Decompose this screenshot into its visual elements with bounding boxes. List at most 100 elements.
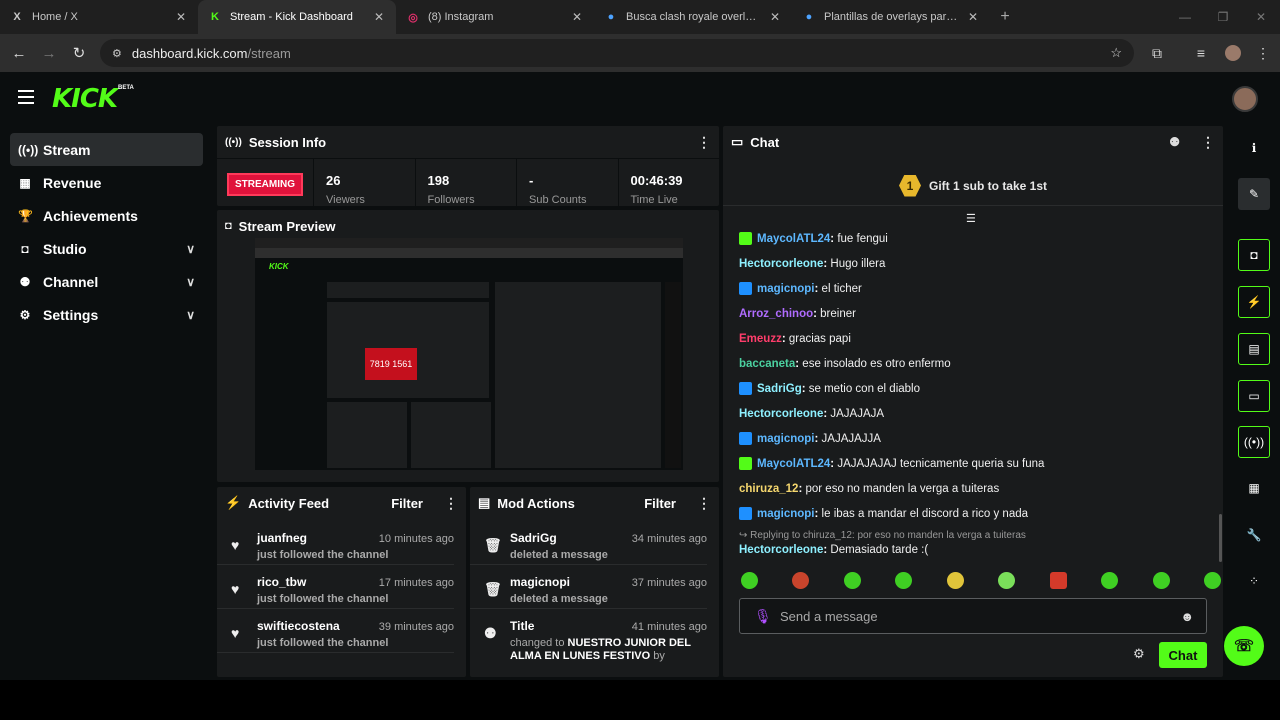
gift-leaderboard[interactable]: 1 Gift 1 sub to take 1st <box>723 166 1223 206</box>
new-tab-button[interactable]: + <box>990 0 1020 34</box>
emoji-icon[interactable]: ☻ <box>1180 609 1194 624</box>
emote-icon[interactable] <box>792 572 810 589</box>
collapse-icon[interactable]: ☰ <box>966 212 976 225</box>
lightning-icon[interactable]: ⚡ <box>1238 286 1270 318</box>
gear-icon[interactable]: ⚙ <box>1133 646 1145 662</box>
user-settings-icon[interactable]: ⚉ <box>1169 135 1180 149</box>
sidebar-item-settings[interactable]: ⚙ Settings ∨ <box>10 298 203 331</box>
user-avatar[interactable] <box>1232 86 1258 112</box>
chevron-down-icon[interactable]: ∨ <box>186 242 195 256</box>
apps-icon[interactable]: ⁘ <box>1238 565 1270 597</box>
more-options-icon[interactable]: ⋮ <box>444 495 458 512</box>
sidebar-item-revenue[interactable]: ▦ Revenue <box>10 166 203 199</box>
filter-button[interactable]: Filter <box>391 496 423 511</box>
browser-tab-x[interactable]: X Home / X ✕ <box>0 0 198 34</box>
emote-icon[interactable] <box>1101 572 1119 589</box>
maximize-icon[interactable]: ❐ <box>1204 0 1242 34</box>
site-info-icon[interactable]: ⚙ <box>112 47 122 60</box>
sidebar-item-studio[interactable]: ◘ Studio ∨ <box>10 232 203 265</box>
send-chat-button[interactable]: Chat <box>1159 642 1207 668</box>
studio-icon[interactable]: ◘ <box>1238 239 1270 271</box>
chat-message[interactable]: Hectorcorleone: JAJAJAJA <box>739 401 1219 426</box>
microphone-icon[interactable]: 🎙 <box>754 608 772 625</box>
reload-icon[interactable]: ↻ <box>64 38 94 68</box>
layout-icon[interactable]: ▦ <box>1238 472 1270 504</box>
close-icon[interactable]: ✕ <box>572 10 584 24</box>
heart-icon: ♥ <box>231 625 240 641</box>
sidebar-item-channel[interactable]: ⚉ Channel ∨ <box>10 265 203 298</box>
gift-prompt: Gift 1 sub to take 1st <box>928 178 1048 193</box>
close-icon[interactable]: ✕ <box>176 10 188 24</box>
minimize-icon[interactable]: — <box>1166 0 1204 34</box>
chat-message[interactable]: MaycolATL24: JAJAJAJAJ tecnicamente quer… <box>739 451 1219 476</box>
close-icon[interactable]: ✕ <box>770 10 782 24</box>
extensions-icon[interactable]: ⧉ <box>1144 40 1170 66</box>
chat-message[interactable]: MaycolATL24: fue fengui <box>739 226 1219 251</box>
bookmark-star-icon[interactable]: ☆ <box>1110 45 1122 61</box>
emote-icon[interactable] <box>946 572 964 589</box>
support-chat-icon[interactable]: ☏ <box>1224 626 1264 666</box>
emote-icon[interactable] <box>895 572 913 589</box>
list-item[interactable]: ♥ juanfneg just followed the channel 10 … <box>217 521 454 565</box>
chat-message[interactable]: Hectorcorleone: Demasiado tarde :( <box>739 541 1219 559</box>
status-badge: STREAMING <box>227 173 303 196</box>
kick-logo[interactable]: KICK <box>52 84 118 114</box>
wrench-icon[interactable]: 🔧 <box>1238 519 1270 551</box>
browser-tab-instagram[interactable]: ◎ (8) Instagram ✕ <box>396 0 594 34</box>
info-icon[interactable]: ℹ <box>1238 132 1270 164</box>
chat-icon[interactable]: ▭ <box>1238 380 1270 412</box>
more-options-icon[interactable]: ⋮ <box>697 495 711 512</box>
close-icon[interactable]: ✕ <box>374 10 386 24</box>
emote-icon[interactable] <box>1203 572 1221 589</box>
close-window-icon[interactable]: ✕ <box>1242 0 1280 34</box>
sidebar-item-achievements[interactable]: 🏆 Achievements <box>10 199 203 232</box>
dashboard-header: KICK BETA <box>0 72 1280 124</box>
chat-message[interactable]: Emeuzz: gracias papi <box>739 326 1219 351</box>
stream-preview-video[interactable]: KICK 7819 1561 <box>255 238 683 470</box>
emote-bar <box>741 572 1221 589</box>
emote-icon[interactable] <box>998 572 1016 589</box>
chat-message[interactable]: baccaneta: ese insolado es otro enfermo <box>739 351 1219 376</box>
emote-icon[interactable] <box>1152 572 1170 589</box>
chat-message[interactable]: Hectorcorleone: Hugo illera <box>739 251 1219 276</box>
chat-message[interactable]: chiruza_12: por eso no manden la verga a… <box>739 476 1219 501</box>
forward-arrow-icon[interactable]: → <box>34 38 64 68</box>
media-control-icon[interactable]: ≡ <box>1188 40 1214 66</box>
heart-icon: ♥ <box>231 537 240 553</box>
profile-avatar-icon[interactable] <box>1220 40 1246 66</box>
browser-menu-icon[interactable]: ⋮ <box>1250 40 1276 66</box>
chat-message[interactable]: SadriGg: se metio con el diablo <box>739 376 1219 401</box>
browser-tab-search[interactable]: ● Busca clash royale overlay - Ca ✕ <box>594 0 792 34</box>
chevron-down-icon[interactable]: ∨ <box>186 308 195 322</box>
chevron-down-icon[interactable]: ∨ <box>186 275 195 289</box>
edit-icon[interactable]: ✎ <box>1238 178 1270 210</box>
chat-message[interactable]: Arroz_chinoo: breiner <box>739 301 1219 326</box>
chat-message[interactable]: magicnopi: JAJAJAJJA <box>739 426 1219 451</box>
tab-title: (8) Instagram <box>428 11 494 23</box>
url-field[interactable]: ⚙ dashboard.kick.com/stream ☆ <box>100 39 1134 67</box>
browser-tab-templates[interactable]: ● Plantillas de overlays para Twit ✕ <box>792 0 990 34</box>
emote-icon[interactable] <box>843 572 861 589</box>
chat-message-input[interactable]: 🎙 Send a message ☻ <box>739 598 1207 634</box>
emote-icon[interactable] <box>1049 572 1067 589</box>
filter-button[interactable]: Filter <box>644 496 676 511</box>
sidebar-item-stream[interactable]: ((•)) Stream <box>10 133 203 166</box>
list-item[interactable]: ⚉ Title changed to NUESTRO JUNIOR DEL AL… <box>470 609 707 669</box>
list-item[interactable]: ♥ swiftiecostena just followed the chann… <box>217 609 454 653</box>
broadcast-icon[interactable]: ((•)) <box>1238 426 1270 458</box>
close-icon[interactable]: ✕ <box>968 10 980 24</box>
list-item[interactable]: 🗑 magicnopi deleted a message 37 minutes… <box>470 565 707 609</box>
document-icon[interactable]: ▤ <box>1238 333 1270 365</box>
chat-scrollbar[interactable] <box>1219 514 1222 562</box>
chat-message[interactable]: magicnopi: el ticher <box>739 276 1219 301</box>
more-options-icon[interactable]: ⋮ <box>697 134 711 151</box>
chat-message[interactable]: magicnopi: le ibas a mandar el discord a… <box>739 501 1219 526</box>
emote-icon[interactable] <box>741 572 758 589</box>
browser-tab-kick[interactable]: K Stream - Kick Dashboard ✕ <box>198 0 396 34</box>
canva-icon: ● <box>607 11 615 23</box>
back-arrow-icon[interactable]: ← <box>4 38 34 68</box>
list-item[interactable]: 🗑 SadriGg deleted a message 34 minutes a… <box>470 521 707 565</box>
more-options-icon[interactable]: ⋮ <box>1201 134 1215 151</box>
list-item[interactable]: ♥ rico_tbw just followed the channel 17 … <box>217 565 454 609</box>
hamburger-menu-icon[interactable] <box>18 90 34 104</box>
